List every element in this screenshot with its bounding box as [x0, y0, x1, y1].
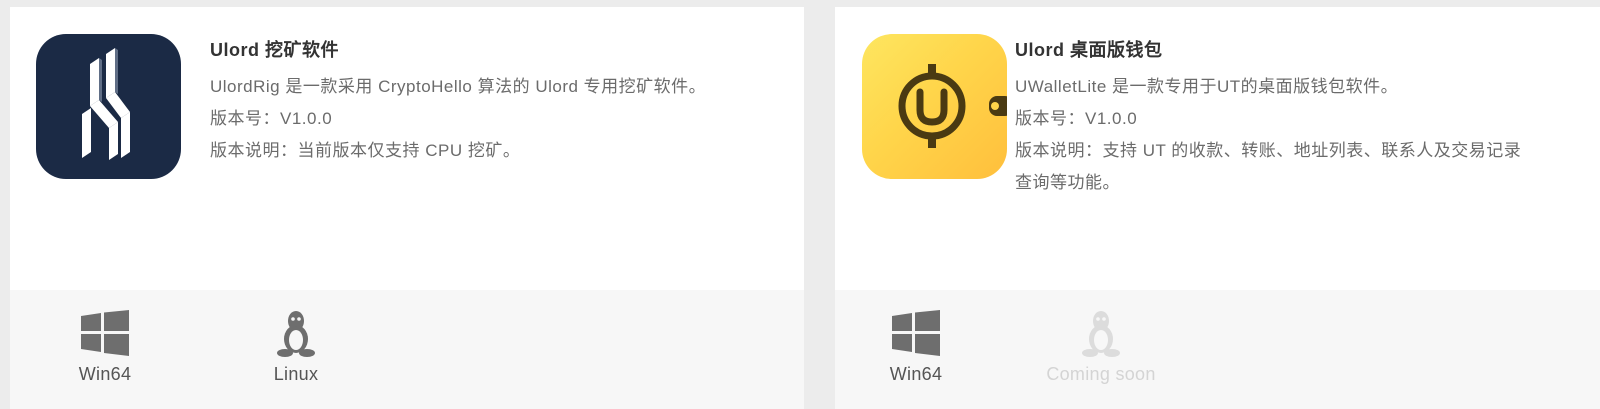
app-card-uwallet: Ulord 桌面版钱包 UWalletLite 是一款专用于UT的桌面版钱包软件…: [835, 7, 1600, 409]
download-linux-coming-soon: Coming soon: [1041, 308, 1161, 385]
app-card-header: Ulord 挖矿软件 UlordRig 是一款采用 CryptoHello 算法…: [10, 7, 804, 290]
app-description: UWalletLite 是一款专用于UT的桌面版钱包软件。: [1015, 77, 1399, 96]
app-release-notes: 版本说明：当前版本仅支持 CPU 挖矿。: [210, 141, 521, 160]
app-info: Ulord 桌面版钱包 UWalletLite 是一款专用于UT的桌面版钱包软件…: [1015, 37, 1580, 199]
app-card-header: Ulord 桌面版钱包 UWalletLite 是一款专用于UT的桌面版钱包软件…: [835, 7, 1600, 290]
download-bar: Win64: [10, 290, 804, 409]
app-title: Ulord 挖矿软件: [210, 40, 339, 60]
app-info: Ulord 挖矿软件 UlordRig 是一款采用 CryptoHello 算法…: [210, 37, 784, 167]
app-version: 版本号：V1.0.0: [210, 109, 333, 128]
windows-icon: [856, 308, 976, 358]
platform-label: Win64: [889, 364, 943, 384]
windows-icon: [45, 308, 165, 358]
linux-icon: [1041, 308, 1161, 358]
download-win64-button[interactable]: Win64: [856, 308, 976, 385]
app-release-notes-continued: 查询等功能。: [1015, 173, 1120, 192]
download-bar: Win64: [835, 290, 1600, 409]
app-release-notes: 版本说明：支持 UT 的收款、转账、地址列表、联系人及交易记录: [1015, 141, 1522, 160]
ulordrig-logo-icon: [36, 34, 181, 179]
uwallet-logo-icon: [862, 34, 1007, 179]
app-description: UlordRig 是一款采用 CryptoHello 算法的 Ulord 专用挖…: [210, 77, 707, 96]
app-title: Ulord 桌面版钱包: [1015, 40, 1163, 60]
app-version: 版本号：V1.0.0: [1015, 109, 1138, 128]
platform-label: Coming soon: [1046, 364, 1156, 384]
download-win64-button[interactable]: Win64: [45, 308, 165, 385]
platform-label: Linux: [273, 364, 319, 384]
linux-icon: [236, 308, 356, 358]
platform-label: Win64: [78, 364, 132, 384]
download-linux-button[interactable]: Linux: [236, 308, 356, 385]
app-card-ulordrig: Ulord 挖矿软件 UlordRig 是一款采用 CryptoHello 算法…: [10, 7, 804, 409]
